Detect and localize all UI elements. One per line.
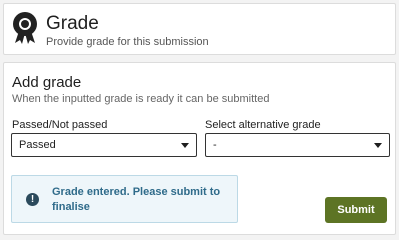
- chevron-down-icon: [181, 143, 189, 148]
- grade-header-card: Grade Provide grade for this submission: [3, 3, 396, 55]
- section-title: Add grade: [12, 74, 82, 91]
- submit-button[interactable]: Submit: [325, 197, 387, 223]
- alert-message: Grade entered. Please submit to finalise: [52, 186, 221, 213]
- award-ribbon-icon: [13, 12, 37, 44]
- add-grade-card: Add grade When the inputted grade is rea…: [3, 62, 396, 235]
- alternative-grade-value: -: [213, 139, 217, 151]
- chevron-down-icon: [374, 143, 382, 148]
- section-subtitle: When the inputted grade is ready it can …: [12, 93, 270, 105]
- page-subtitle: Provide grade for this submission: [46, 36, 209, 48]
- alternative-grade-label: Select alternative grade: [205, 119, 321, 131]
- alternative-grade-select[interactable]: -: [205, 133, 390, 157]
- passed-select[interactable]: Passed: [11, 133, 197, 157]
- info-alert: ! Grade entered. Please submit to finali…: [11, 175, 238, 223]
- page-title: Grade: [46, 13, 99, 34]
- passed-label: Passed/Not passed: [12, 119, 108, 131]
- passed-select-value: Passed: [19, 139, 56, 151]
- info-icon: !: [26, 193, 39, 206]
